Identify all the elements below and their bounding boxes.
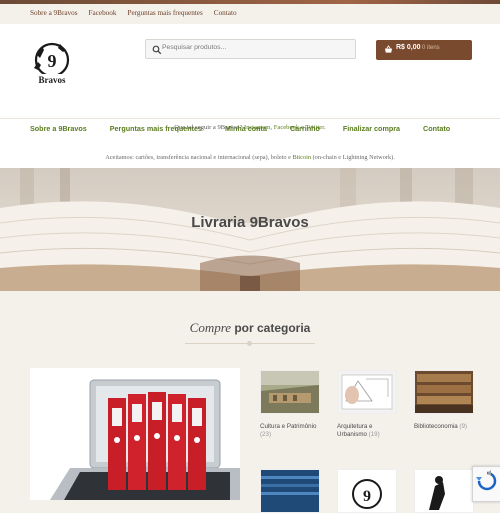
category-name[interactable]: Arquitetura e Urbanismo	[337, 423, 372, 438]
featured-category-image[interactable]	[30, 368, 240, 500]
category-thumb[interactable]	[337, 370, 397, 414]
category-cultura[interactable]: Cultura e Patrimônio (23)	[260, 370, 320, 439]
site-logo[interactable]: 9 Bravos	[30, 40, 74, 86]
secnav-faq[interactable]: Perguntas mais frequentes	[127, 9, 202, 17]
hero-title: Livraria 9Bravos	[191, 214, 309, 231]
header-divider	[0, 118, 500, 119]
secnav-sobre[interactable]: Sobre a 9Bravos	[30, 9, 78, 17]
secnav-contato[interactable]: Contato	[214, 9, 237, 17]
secnav-facebook[interactable]: Facebook	[89, 9, 117, 17]
twitter-link[interactable]: Twitter	[305, 124, 324, 131]
instagram-link[interactable]: Instagram	[244, 124, 270, 131]
category-count: (9)	[459, 423, 467, 430]
category-arquitetura[interactable]: Arquitetura e Urbanismo (19)	[337, 370, 397, 439]
laptop-binders-image	[30, 368, 240, 500]
svg-text:9: 9	[48, 51, 57, 71]
cart-button[interactable]: R$ 0,00 0 itens	[376, 40, 472, 60]
category-name[interactable]: Cultura e Patrimônio	[260, 423, 316, 430]
section-divider-dot	[247, 341, 252, 346]
category-biblioteconomia[interactable]: Biblioteconomia (9)	[414, 370, 474, 431]
payment-notice-text: Aceitamos: cartões, transferência nacion…	[105, 154, 293, 161]
svg-text:Bravos: Bravos	[39, 75, 66, 85]
site-header: 9 Bravos Pesquisar produtos... R$ 0,00 0…	[0, 24, 500, 175]
category-label: Cultura e Patrimônio (23)	[260, 423, 320, 439]
category-thumb-row2-2[interactable]: 9	[337, 469, 397, 513]
search-input[interactable]: Pesquisar produtos...	[162, 44, 226, 51]
recaptcha-badge[interactable]	[472, 466, 500, 502]
social-notice-text: Que tal seguir a 9Bravos?	[174, 124, 245, 131]
search-icon	[152, 45, 162, 55]
category-thumb[interactable]	[414, 370, 474, 414]
category-name[interactable]: Biblioteconomia	[414, 423, 458, 430]
section-title-italic: Compre	[189, 320, 232, 335]
top-strip	[0, 0, 500, 4]
basket-icon	[384, 45, 393, 53]
hero-banner: Livraria 9Bravos	[0, 168, 500, 291]
bitcoin-link[interactable]: Bitcoin	[292, 154, 311, 161]
section-title-bold: por categoria	[234, 321, 311, 335]
secondary-nav: Sobre a 9Bravos Facebook Perguntas mais …	[30, 9, 248, 17]
svg-text:9: 9	[363, 488, 371, 505]
category-count: (23)	[260, 431, 272, 438]
category-section-title: Compre por categoria	[0, 320, 500, 336]
cart-count: 0 itens	[422, 45, 440, 51]
separator: .	[324, 124, 326, 131]
recaptcha-icon	[476, 470, 497, 491]
category-thumb[interactable]	[260, 370, 320, 414]
category-thumb[interactable]	[260, 469, 320, 513]
payment-notice: Aceitamos: cartões, transferência nacion…	[0, 154, 500, 161]
payment-notice-suffix: (on-chain e Lightning Network).	[311, 154, 395, 161]
category-thumb[interactable]	[414, 469, 474, 513]
category-count: (19)	[368, 431, 380, 438]
cart-amount: R$ 0,00	[396, 44, 421, 51]
category-label: Arquitetura e Urbanismo (19)	[337, 423, 397, 439]
facebook-link[interactable]: Facebook	[274, 124, 300, 131]
category-label: Biblioteconomia (9)	[414, 423, 474, 431]
search-box[interactable]: Pesquisar produtos...	[145, 39, 356, 59]
category-thumb[interactable]: 9	[337, 469, 397, 513]
category-thumb-row2-1[interactable]	[260, 469, 320, 513]
social-notice: Que tal seguir a 9Bravos? Instagram, Fac…	[0, 124, 500, 131]
category-thumb-row2-3[interactable]	[414, 469, 474, 513]
